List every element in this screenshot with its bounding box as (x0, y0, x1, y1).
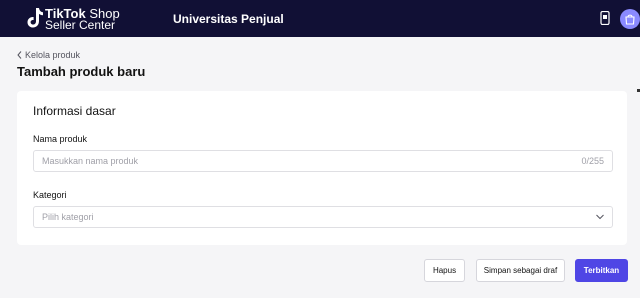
chevron-down-icon (596, 214, 604, 220)
section-title: Informasi dasar (33, 104, 116, 118)
category-label: Kategori (33, 190, 67, 200)
tiktok-shop-logo[interactable]: TikTok Shop Seller Center (27, 7, 147, 33)
product-name-field-wrapper: 0/255 (33, 150, 613, 172)
brand-line-2: Seller Center (45, 18, 116, 32)
category-placeholder: Pilih kategori (42, 212, 94, 222)
product-name-label: Nama produk (33, 134, 88, 144)
breadcrumb-back[interactable]: Kelola produk (17, 49, 80, 61)
page-title: Tambah produk baru (17, 64, 146, 79)
seller-university-link[interactable]: Universitas Penjual (173, 12, 284, 26)
publish-button[interactable]: Terbitkan (575, 259, 628, 282)
product-name-input[interactable] (42, 151, 562, 171)
character-counter: 0/255 (581, 156, 604, 166)
top-navigation-bar: TikTok Shop Seller Center Universitas Pe… (0, 0, 640, 37)
delete-button[interactable]: Hapus (424, 259, 465, 282)
save-draft-button[interactable]: Simpan sebagai draf (476, 259, 565, 282)
chevron-left-icon (17, 51, 22, 59)
category-select[interactable]: Pilih kategori (33, 206, 613, 228)
phone-icon[interactable] (600, 11, 610, 25)
basic-info-card: Informasi dasar Nama produk 0/255 Katego… (17, 91, 627, 245)
tiktok-note-icon (27, 8, 43, 28)
shop-avatar-icon[interactable] (620, 9, 640, 29)
breadcrumb-label: Kelola produk (25, 50, 81, 60)
